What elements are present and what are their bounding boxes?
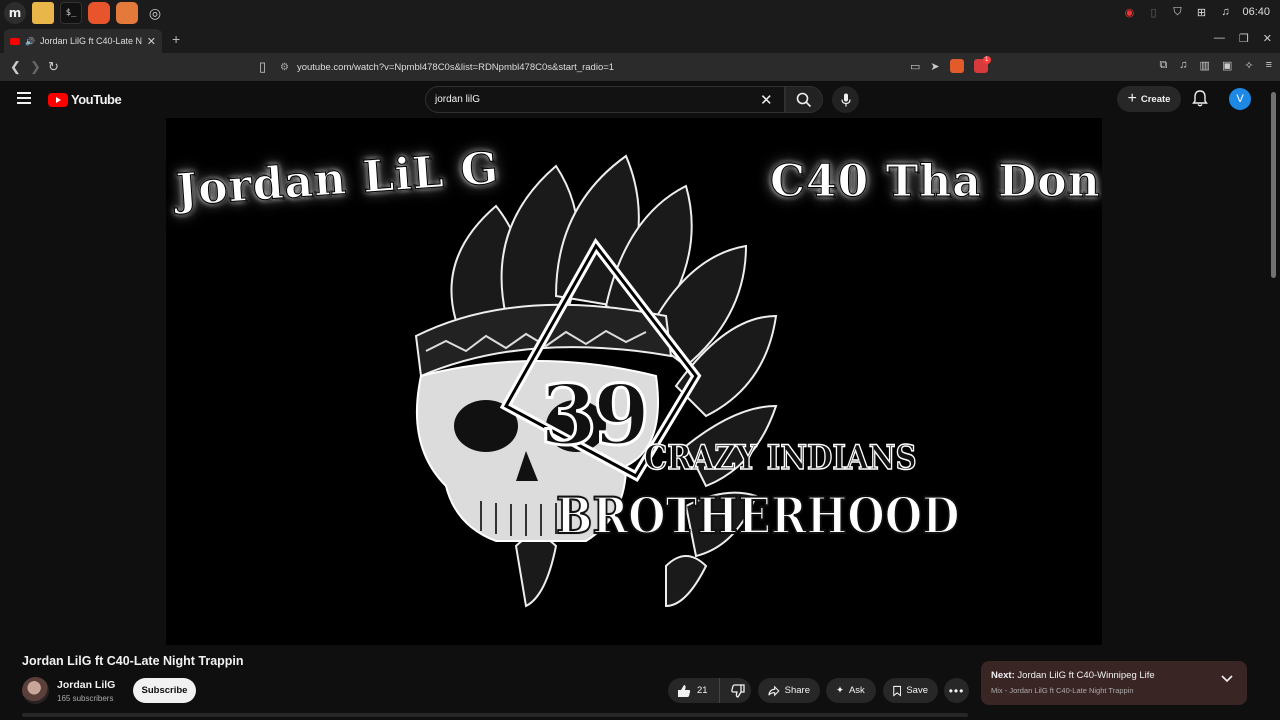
os-taskbar: m $_ ◎ ◉ ▯ ⛉ ⊞ ♫ 06:40 [0, 0, 1280, 27]
back-icon[interactable]: ❮ [10, 59, 21, 75]
account-avatar[interactable]: V [1229, 88, 1251, 110]
youtube-favicon-icon [10, 37, 20, 45]
channel-name[interactable]: Jordan LilG [57, 679, 115, 691]
mint-menu-icon[interactable]: m [4, 2, 26, 24]
tab-strip: 🔊 Jordan LilG ft C40-Late Ni ✕ + — ❐ ✕ [0, 27, 1280, 53]
update-icon[interactable]: ◉ [1122, 5, 1136, 19]
up-next-title: Next: Jordan LilG ft C40-Winnipeg Life [991, 670, 1155, 681]
forward-icon[interactable]: ❯ [30, 59, 41, 75]
maximize-icon[interactable]: ❐ [1239, 32, 1249, 45]
video-title: Jordan LilG ft C40-Late Night Trappin [22, 654, 244, 668]
url-field[interactable]: ⚙ youtube.com/watch?v=Npmbl478C0s&list=R… [280, 57, 1000, 77]
more-actions-button[interactable]: ••• [944, 678, 969, 703]
bookmark-save-icon [893, 685, 902, 697]
youtube-header: YouTube jordan lilG ✕ + Create V [0, 81, 1280, 119]
close-window-icon[interactable]: ✕ [1263, 32, 1272, 45]
dislike-button[interactable] [725, 683, 751, 698]
tab-title: Jordan LilG ft C40-Late Ni [39, 36, 142, 46]
music-icon[interactable]: ♫ [1218, 5, 1232, 19]
search-value[interactable]: jordan lilG [435, 94, 480, 105]
share-icon [768, 685, 780, 696]
like-dislike-group: 21 [668, 678, 751, 703]
new-tab-button[interactable]: + [172, 31, 180, 47]
close-tab-icon[interactable]: ✕ [147, 35, 156, 48]
folder-icon[interactable] [32, 2, 54, 24]
terminal-icon[interactable]: $_ [60, 2, 82, 24]
brave-rewards-icon[interactable]: 1 [973, 56, 991, 73]
voice-search-button[interactable] [832, 86, 859, 113]
clock[interactable]: 06:40 [1242, 6, 1270, 18]
thumbs-up-icon [678, 684, 691, 697]
subscriber-count: 165 subscribers [57, 694, 114, 703]
sidebar-icon[interactable]: ▥ [1200, 59, 1210, 72]
bookmark-icon[interactable]: ▯ [259, 59, 266, 75]
cast-icon[interactable]: ▭ [910, 60, 920, 73]
notifications-bell-icon[interactable] [1192, 90, 1208, 113]
url-text[interactable]: youtube.com/watch?v=Npmbl478C0s&list=RDN… [297, 62, 614, 73]
like-button[interactable]: 21 [668, 678, 720, 703]
channel-avatar[interactable] [22, 677, 49, 704]
video-frame-line1: CRAZY INDIANS [643, 437, 917, 479]
search-input[interactable]: jordan lilG [425, 86, 785, 113]
site-info-icon[interactable]: ⚙ [280, 62, 289, 73]
wallet-icon[interactable]: ▣ [1222, 59, 1232, 72]
browser-tab[interactable]: 🔊 Jordan LilG ft C40-Late Ni ✕ [4, 29, 162, 53]
youtube-play-icon [48, 92, 68, 107]
firefox-icon[interactable] [88, 2, 110, 24]
hamburger-menu-icon[interactable] [17, 92, 31, 104]
minimize-icon[interactable]: — [1214, 32, 1225, 45]
subscribe-button[interactable]: Subscribe [133, 678, 196, 703]
up-next-subtitle: Mix - Jordan LilG ft C40-Late Night Trap… [991, 686, 1134, 695]
media-icon[interactable]: ♫ [1179, 59, 1187, 72]
microphone-icon [840, 93, 851, 106]
video-player[interactable]: Jordan LiL G C40 Tha Don 39 CRAZY INDIAN… [166, 118, 1102, 645]
brave-shields-icon[interactable] [949, 59, 964, 73]
search-icon [796, 92, 812, 107]
video-frame-number: 39 [538, 367, 651, 466]
menu-icon[interactable]: ≡ [1266, 59, 1272, 72]
ask-button[interactable]: ✦ Ask [826, 678, 876, 703]
clear-search-icon[interactable]: ✕ [760, 91, 773, 109]
like-count: 21 [697, 685, 708, 696]
share-button[interactable]: Share [758, 678, 820, 703]
page-scrollbar[interactable] [1271, 92, 1276, 278]
network-icon[interactable]: ⊞ [1194, 5, 1208, 19]
screenshot-icon[interactable]: ⧉ [1159, 59, 1167, 72]
address-bar: ❮ ❯ ↻ ▯ ⚙ youtube.com/watch?v=Npmbl478C0… [0, 53, 1280, 81]
chromium-icon[interactable]: ◎ [144, 2, 166, 24]
description-box-edge [22, 713, 968, 717]
reload-icon[interactable]: ↻ [48, 59, 59, 75]
up-next-card[interactable]: Next: Jordan LilG ft C40-Winnipeg Life M… [981, 661, 1247, 705]
speaker-icon[interactable]: 🔊 [25, 37, 35, 46]
separator-icon: ▯ [1150, 6, 1157, 19]
chevron-down-icon[interactable] [1221, 675, 1233, 683]
youtube-logo[interactable]: YouTube [48, 92, 122, 107]
thumbs-down-icon [731, 683, 745, 698]
shield-icon[interactable]: ⛉ [1170, 5, 1184, 19]
brave-icon[interactable] [116, 2, 138, 24]
send-icon[interactable]: ➤ [930, 60, 939, 73]
search-button[interactable] [785, 86, 823, 113]
video-frame-line2: BROTHERHOOD [555, 485, 960, 546]
create-button[interactable]: + Create [1117, 86, 1181, 112]
plus-icon: + [1127, 90, 1137, 107]
leo-icon[interactable]: ✧ [1244, 59, 1253, 72]
sparkle-icon: ✦ [836, 685, 844, 696]
save-button[interactable]: Save [883, 678, 938, 703]
